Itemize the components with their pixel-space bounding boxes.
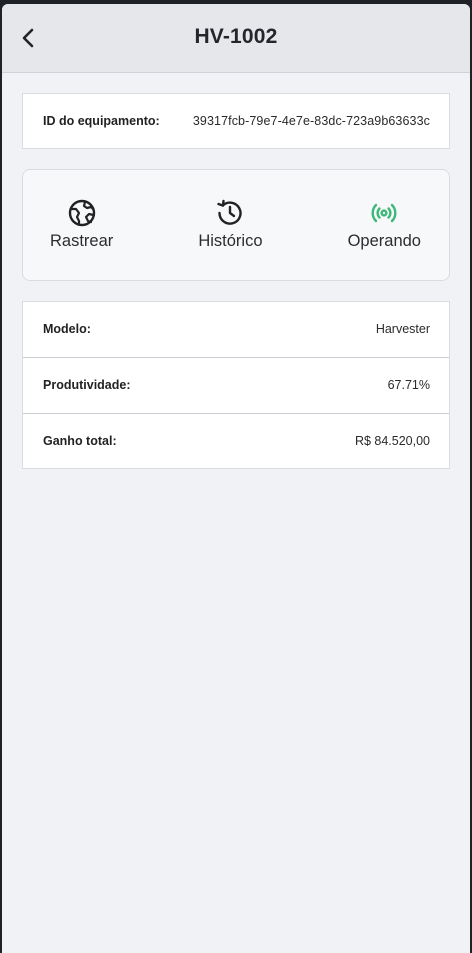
- globe-icon: [68, 199, 95, 227]
- status-operating-button[interactable]: Operando: [348, 170, 421, 280]
- track-label: Rastrear: [50, 232, 114, 250]
- history-label: Histórico: [198, 232, 263, 250]
- top-bar: HV-1002: [2, 4, 470, 73]
- model-label: Modelo:: [43, 322, 91, 336]
- productivity-value: 67.71%: [387, 378, 430, 392]
- total-earnings-value: R$ 84.520,00: [354, 434, 430, 448]
- history-button[interactable]: Histórico: [198, 170, 263, 280]
- track-button[interactable]: Rastrear: [50, 170, 113, 280]
- equipment-id-label: ID do equipamento:: [43, 114, 160, 128]
- productivity-label: Produtividade:: [43, 378, 131, 392]
- detail-row-model: Modelo: Harvester: [23, 302, 449, 358]
- model-value: Harvester: [375, 322, 430, 336]
- total-earnings-label: Ganho total:: [43, 434, 117, 448]
- equipment-id-card: ID do equipamento: 39317fcb-79e7-4e7e-83…: [22, 93, 450, 149]
- details-card: Modelo: Harvester Produtividade: 67.71% …: [22, 301, 450, 469]
- app-screen: HV-1002 ID do equipamento: 39317fcb-79e7…: [2, 4, 470, 953]
- history-icon: [217, 199, 243, 225]
- status-label: Operando: [347, 232, 421, 250]
- page-title: HV-1002: [194, 25, 278, 48]
- equipment-id-value: 39317fcb-79e7-4e7e-83dc-723a9b63633c: [192, 114, 430, 128]
- actions-card: Rastrear Histórico Operando: [22, 169, 450, 281]
- detail-row-productivity: Produtividade: 67.71%: [23, 358, 449, 414]
- broadcast-icon: [371, 203, 397, 223]
- detail-row-total-earnings: Ganho total: R$ 84.520,00: [23, 414, 449, 470]
